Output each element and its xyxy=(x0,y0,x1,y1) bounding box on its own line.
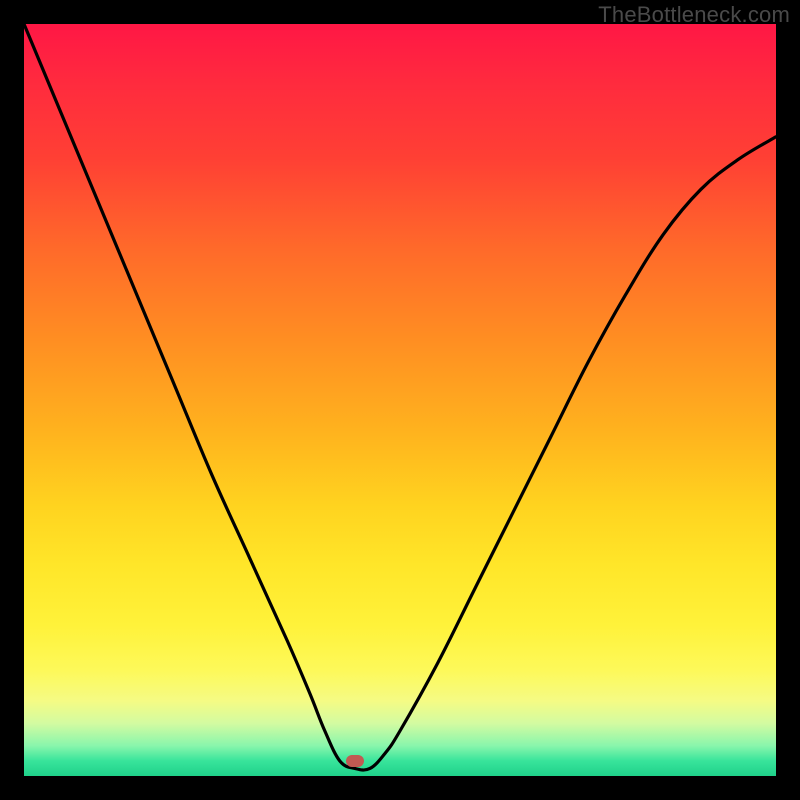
bottleneck-curve xyxy=(24,24,776,776)
chart-frame: TheBottleneck.com xyxy=(0,0,800,800)
plot-area xyxy=(24,24,776,776)
optimal-point-marker xyxy=(346,755,364,767)
